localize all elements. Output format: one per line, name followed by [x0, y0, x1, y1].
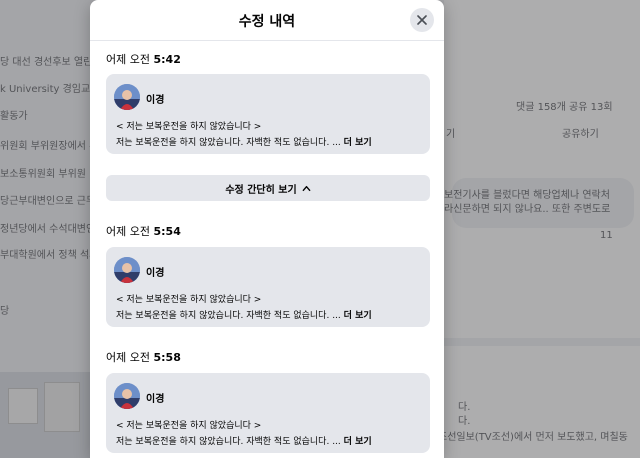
chevron-up-icon	[302, 185, 311, 191]
author-name[interactable]: 이경	[146, 91, 164, 106]
post-body: 저는 보복운전을 하지 않았습니다. 자백한 적도 없습니다. ... 더 보기	[116, 434, 372, 447]
timestamp-time: 5:42	[153, 53, 181, 66]
timestamp-day: 어제 오전	[106, 53, 150, 66]
post-heading: < 저는 보복운전을 하지 않았습니다 >	[116, 295, 262, 305]
timestamp-day: 어제 오전	[106, 225, 150, 238]
edit-timestamp: 어제 오전 5:58	[106, 349, 181, 365]
edit-version-card: 이경 < 저는 보복운전을 하지 않았습니다 > 저는 보복운전을 하지 않았습…	[106, 373, 430, 453]
post-body-text: 저는 보복운전을 하지 않았습니다. 자백한 적도 없습니다. ...	[116, 437, 341, 447]
author-name[interactable]: 이경	[146, 390, 164, 405]
see-more-link[interactable]: 더 보기	[344, 311, 372, 321]
timestamp-time: 5:54	[153, 225, 181, 238]
avatar[interactable]	[114, 84, 140, 110]
edit-history-dialog: 수정 내역 어제 오전 5:42 이경 < 저는 보복운전을 하지 않았습니다	[90, 0, 444, 458]
dialog-header: 수정 내역	[90, 0, 444, 41]
avatar[interactable]	[114, 257, 140, 283]
see-more-link[interactable]: 더 보기	[344, 437, 372, 447]
post-heading: < 저는 보복운전을 하지 않았습니다 >	[116, 421, 262, 431]
see-more-link[interactable]: 더 보기	[344, 138, 372, 148]
edit-history-list: 어제 오전 5:42 이경 < 저는 보복운전을 하지 않았습니다 > 저는 보…	[90, 41, 444, 458]
close-icon	[417, 15, 427, 25]
timestamp-day: 어제 오전	[106, 351, 150, 364]
collapse-edits-button[interactable]: 수정 간단히 보기	[106, 175, 430, 201]
close-button[interactable]	[410, 8, 434, 32]
post-body: 저는 보복운전을 하지 않았습니다. 자백한 적도 없습니다. ... 더 보기	[116, 135, 372, 148]
edit-version-card: 이경 < 저는 보복운전을 하지 않았습니다 > 저는 보복운전을 하지 않았습…	[106, 74, 430, 154]
collapse-edits-label: 수정 간단히 보기	[225, 184, 297, 196]
author-name[interactable]: 이경	[146, 264, 164, 279]
post-body-text: 저는 보복운전을 하지 않았습니다. 자백한 적도 없습니다. ...	[116, 311, 341, 321]
post-heading: < 저는 보복운전을 하지 않았습니다 >	[116, 122, 262, 132]
post-body-text: 저는 보복운전을 하지 않았습니다. 자백한 적도 없습니다. ...	[116, 138, 341, 148]
timestamp-time: 5:58	[153, 351, 181, 364]
edit-version-card: 이경 < 저는 보복운전을 하지 않았습니다 > 저는 보복운전을 하지 않았습…	[106, 247, 430, 327]
edit-timestamp: 어제 오전 5:54	[106, 223, 181, 239]
edit-timestamp: 어제 오전 5:42	[106, 51, 181, 67]
dialog-title: 수정 내역	[238, 14, 296, 30]
post-body: 저는 보복운전을 하지 않았습니다. 자백한 적도 없습니다. ... 더 보기	[116, 308, 372, 321]
avatar[interactable]	[114, 383, 140, 409]
